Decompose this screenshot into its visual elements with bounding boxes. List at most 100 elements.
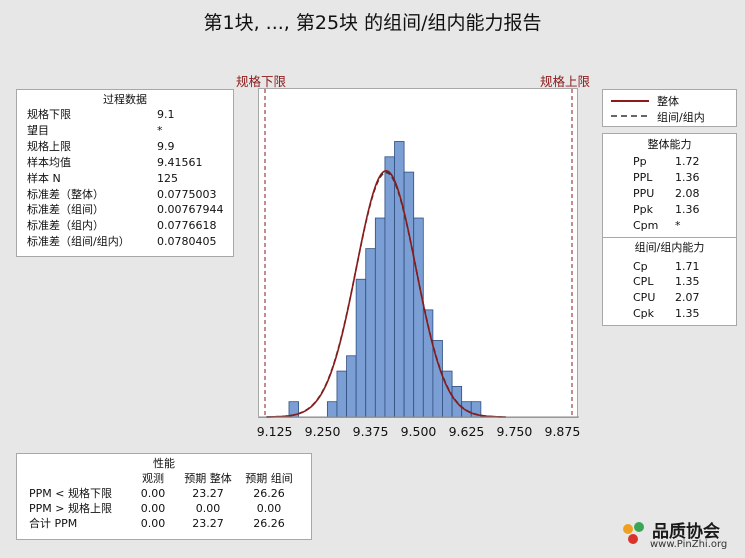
process_data-row: 规格下限 9.1 [27,107,223,123]
histogram-bar [384,156,395,418]
process_data-label: 样本 N [27,171,61,185]
legend-within-label: 组间/组内 [657,111,705,124]
overall_capability-value: * [675,218,681,232]
process-data-panel: 过程数据 规格下限 9.1 望目 * 规格上限 9.9 样本均值 9.41561 样本 N 125… [16,89,234,257]
process_data-value: 0.0780405 [157,235,217,249]
performance-cell: 23.27 [192,517,224,530]
overall_capability-label: Cpm [633,218,659,232]
performance-cell: PPM < 规格下限 [29,487,112,500]
legend-panel: 整体 组间/组内 [602,89,737,127]
performance-cell: 26.26 [253,517,285,530]
logo-url: www.PinZhi.org [650,539,728,550]
bw-capability-table: Cp 1.71 CPL 1.35 CPU 2.07 Cpk 1.35 [633,259,700,323]
process-data-table: 规格下限 9.1 望目 * 规格上限 9.9 样本均值 9.41561 样本 N 125 标准差（整… [27,107,223,250]
bw_capability-row: CPU 2.07 [633,290,700,306]
process_data-row: 标准差（组内） 0.0776618 [27,218,223,234]
performance-cell: 0.00 [256,502,282,515]
overall_capability-value: 1.36 [675,170,700,184]
x-tick-label: 9.500 [400,424,437,439]
process_data-value: 0.0775003 [157,187,217,201]
histogram-bar [336,370,347,418]
performance-row: 合计 PPM 0.00 23.27 26.26 [29,516,299,531]
overall_capability-label: Pp [633,155,647,168]
capability-divider [603,236,736,238]
overall_capability-label: Ppk [633,202,653,216]
page-title: 第1块, ..., 第25块 的组间/组内能力报告 [203,12,542,34]
bw_capability-value: 1.35 [675,307,700,321]
process_data-label: 样本均值 [27,155,71,169]
histogram-bar [374,217,386,418]
process_data-label: 标准差（整体） [27,187,104,201]
performance-header: 性能 [153,457,175,470]
process_data-row: 样本 N 125 [27,171,223,187]
capability-panel: 整体能力 Pp 1.72 PPL 1.36 PPU 2.08 Ppk 1.36 Cpm * 组间/… [602,133,737,326]
performance-column-header: 预期 组间 [245,472,293,485]
overall_capability-row: Cpm * [633,218,700,234]
process_data-row: 样本均值 9.41561 [27,155,223,171]
performance-cell: 0.00 [140,502,166,515]
histogram-bar [413,217,424,418]
process_data-value: 0.0776618 [157,219,217,233]
process_data-row: 标准差（组间） 0.00767944 [27,202,223,218]
process_data-label: 规格下限 [27,108,71,121]
process_data-label: 标准差（组间/组内） [27,235,130,249]
bw_capability-row: Cpk 1.35 [633,306,700,322]
performance-cell: 0.00 [140,487,166,500]
performance-column-header: 观测 [142,472,164,485]
overall_capability-value: 2.08 [675,186,700,200]
histogram-chart [259,89,579,418]
process_data-row: 望目 * [27,123,223,139]
bw_capability-row: Cp 1.71 [633,259,700,275]
process_data-row: 标准差（组间/组内） 0.0780405 [27,234,223,250]
x-tick-label: 9.625 [448,424,485,439]
overall_capability-value: 1.72 [675,155,700,168]
performance-row: PPM > 规格上限 0.00 0.00 0.00 [29,501,299,516]
legend-overall-label: 整体 [657,95,679,108]
overall_capability-row: Pp 1.72 [633,154,700,170]
process_data-label: 望目 [27,123,49,137]
process_data-label: 规格上限 [27,139,71,153]
overall_capability-label: PPU [633,186,655,200]
bw_capability-value: 1.35 [675,275,700,289]
overall_capability-label: PPL [633,170,653,184]
performance-table: 观测 预期 整体 预期 组间 PPM < 规格下限 0.00 23.27 26.26 PPM … [29,471,299,531]
bw_capability-label: Cp [633,259,648,273]
performance-row: PPM < 规格下限 0.00 23.27 26.26 [29,486,299,501]
histogram-plot [258,88,579,418]
overall_capability-row: PPL 1.36 [633,170,700,186]
overall_capability-row: PPU 2.08 [633,186,700,202]
process_data-value: 9.41561 [157,155,203,169]
process_data-value: 0.00767944 [157,203,224,217]
process_data-row: 规格上限 9.9 [27,139,223,155]
histogram-bar [355,278,367,418]
overall-capability-table: Pp 1.72 PPL 1.36 PPU 2.08 Ppk 1.36 Cpm * [633,154,700,234]
process_data-label: 标准差（组内） [27,219,104,233]
logo-icon [623,522,644,544]
bw_capability-label: CPL [633,275,654,289]
bw_capability-row: CPL 1.35 [633,274,700,290]
overall-capability-header: 整体能力 [647,138,692,151]
process_data-value: * [157,123,163,137]
process-data-header: 过程数据 [103,93,147,106]
performance-column-header: 预期 整体 [184,472,232,485]
performance-cell: 23.27 [192,487,224,500]
histogram-bar [365,248,376,418]
process_data-value: 9.9 [157,139,175,153]
performance-cell: 0.00 [195,502,221,515]
bw-capability-header: 组间/组内能力 [634,240,705,254]
histogram-bar [403,171,415,418]
bw_capability-label: Cpk [633,307,655,321]
process_data-value: 125 [157,171,178,185]
x-tick-label: 9.125 [256,424,293,439]
histogram-bar [326,401,338,418]
process_data-label: 标准差（组间） [27,203,104,217]
process_data-row: 标准差（整体） 0.0775003 [27,187,223,203]
performance-cell: 合计 PPM [29,517,78,530]
process_data-value: 9.1 [157,108,175,121]
histogram-bar [346,355,357,418]
performance-cell: 0.00 [140,517,166,530]
performance-column-header [29,471,129,486]
x-tick-label: 9.250 [304,424,341,439]
x-tick-label: 9.750 [496,424,533,439]
bw_capability-value: 1.71 [675,259,700,273]
